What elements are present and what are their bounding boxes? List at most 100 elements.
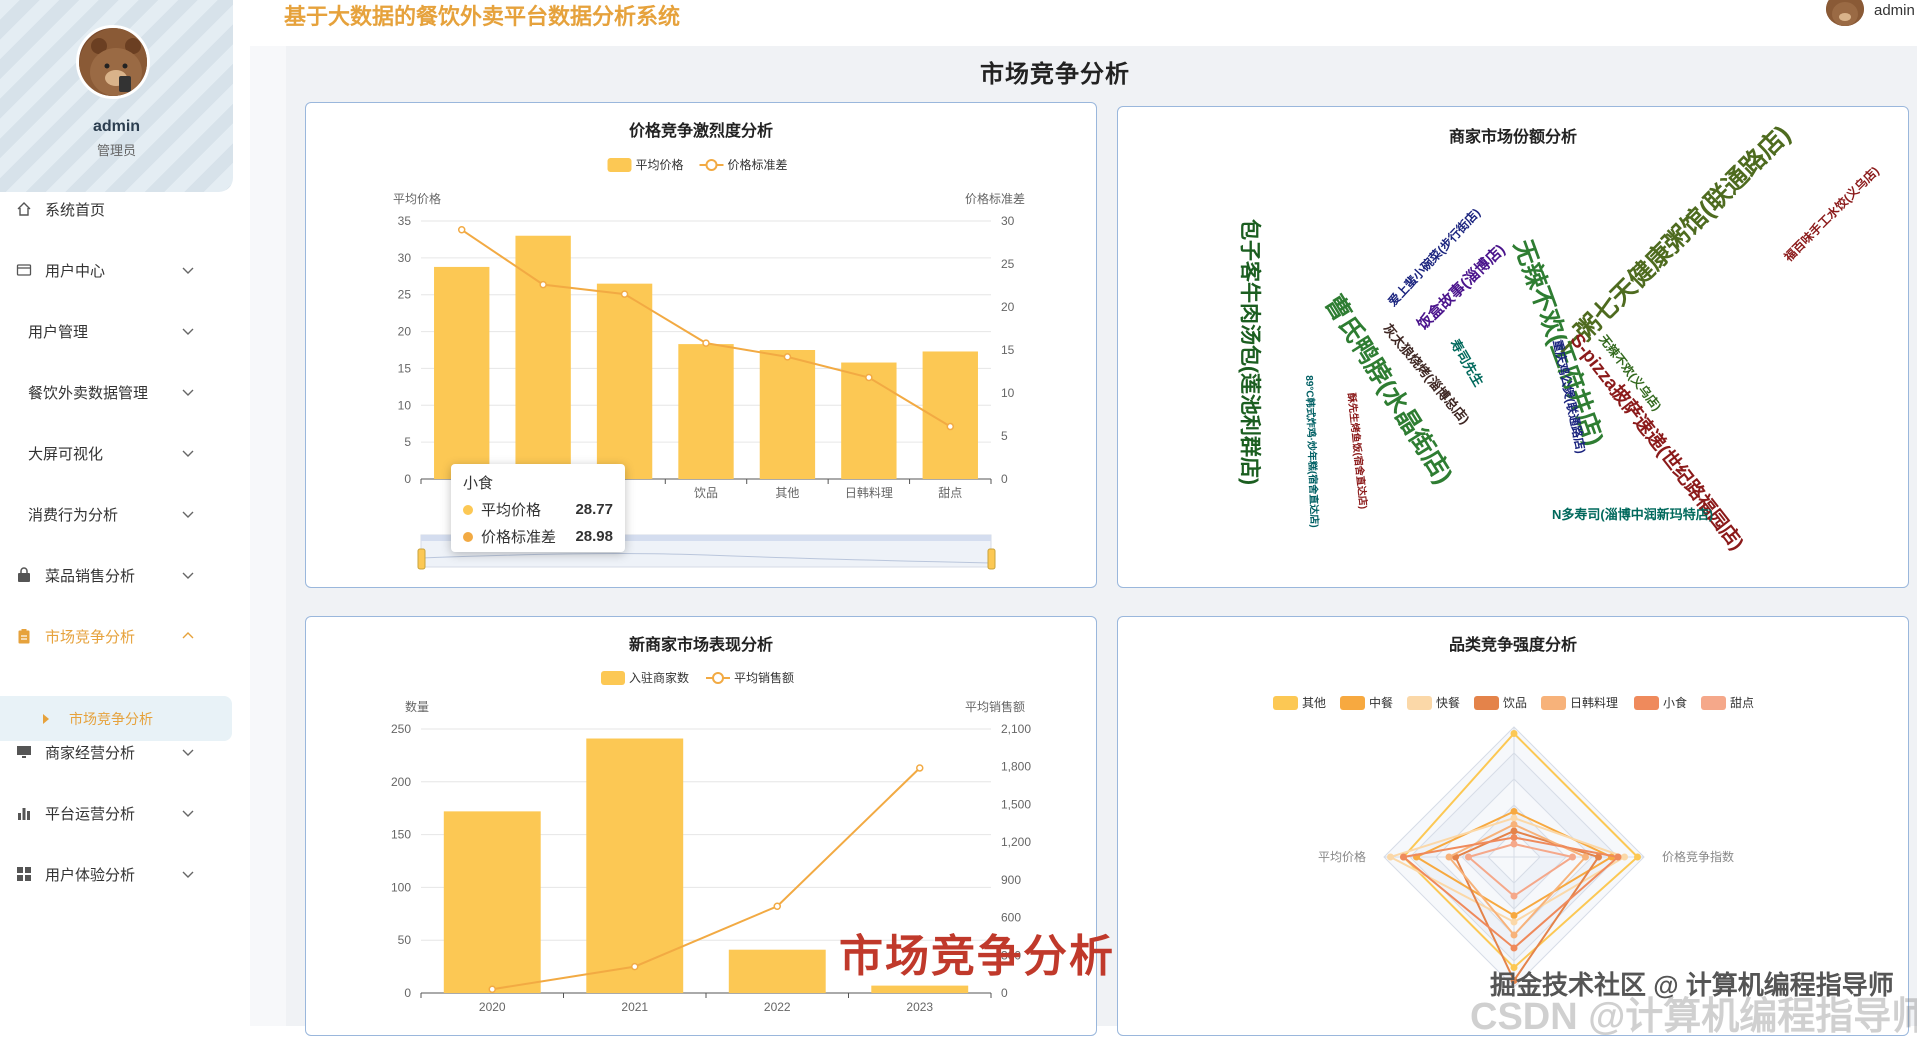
tooltip-row: 平均价格 28.77: [463, 499, 613, 520]
legend-item[interactable]: 价格标准差: [699, 157, 788, 172]
chart-tooltip: 小食 平均价格 28.77 价格标准差 28.98: [451, 464, 625, 552]
radar-point: [1510, 840, 1518, 848]
menu-item-user-experience[interactable]: 用户体验分析: [0, 846, 233, 902]
legend-swatch: [1474, 696, 1499, 710]
avatar[interactable]: [76, 25, 150, 99]
menu-item-market-competition[interactable]: 市场竞争分析: [0, 608, 233, 664]
legend-item[interactable]: 中餐: [1340, 695, 1393, 710]
menu-item-label: 消费行为分析: [28, 506, 119, 524]
bar: [678, 344, 734, 479]
datazoom-handle[interactable]: [987, 548, 996, 570]
series-dot-icon: [463, 531, 473, 542]
x-tick-label: 2020: [479, 1000, 506, 1014]
legend-label: 甜点: [1730, 696, 1754, 710]
legend-swatch: [1701, 696, 1726, 710]
series-dot-icon: [463, 504, 473, 515]
grid-icon: [15, 865, 33, 883]
chevron-down-icon[interactable]: [181, 867, 195, 881]
radar-point: [1614, 853, 1622, 861]
submenu-item-market-competition[interactable]: 市场竞争分析: [0, 696, 232, 741]
radar-point: [1465, 853, 1472, 861]
menu-item-user-center[interactable]: 用户中心: [0, 242, 233, 298]
legend-label: 快餐: [1436, 695, 1460, 710]
wordcloud-word[interactable]: N多寿司(淄博中润新玛特店): [1552, 504, 1713, 523]
tick-label: 30: [398, 251, 412, 265]
legend-swatch: [1541, 696, 1566, 710]
legend-label: 其他: [1302, 696, 1326, 710]
chevron-down-icon[interactable]: [181, 568, 195, 582]
legend-item[interactable]: 快餐: [1407, 695, 1460, 710]
legend-swatch: [607, 158, 632, 172]
radar-indicator-label: 价格竞争指数: [1662, 849, 1734, 864]
bag-icon: [15, 566, 33, 584]
chevron-down-icon[interactable]: [181, 446, 195, 460]
radar-point: [1510, 827, 1518, 835]
y-axis-title-left: 数量: [405, 699, 429, 714]
tick-label: 900: [1001, 873, 1021, 887]
user-name[interactable]: admin: [1874, 2, 1915, 19]
radar-point: [1510, 814, 1518, 822]
tick-label: 1,200: [1001, 835, 1031, 849]
legend-item[interactable]: 日韩料理: [1541, 695, 1618, 710]
radar-point: [1510, 892, 1518, 900]
menu-item-platform-operations[interactable]: 平台运营分析: [0, 785, 233, 841]
radar-point: [1510, 821, 1518, 828]
legend-item[interactable]: 其他: [1273, 696, 1326, 710]
datazoom-handle[interactable]: [417, 548, 426, 570]
tick-label: 25: [1001, 257, 1015, 271]
menu-item-home[interactable]: 系统首页: [0, 181, 233, 237]
tick-label: 35: [398, 214, 412, 228]
menu-item-user-management[interactable]: 用户管理: [0, 303, 233, 359]
x-tick-label: 2021: [621, 1000, 648, 1014]
legend-item[interactable]: 平均价格: [607, 157, 684, 172]
tick-label: 0: [1001, 986, 1008, 1000]
wordcloud-word[interactable]: 89°C韩式炸鸡·炒年糕(宿舍直达店): [1303, 375, 1323, 528]
tick-label: 30: [1001, 214, 1015, 228]
legend-item[interactable]: 平均销售额: [706, 670, 794, 685]
tick-label: 20: [398, 325, 412, 339]
tick-label: 2,100: [1001, 722, 1031, 736]
wordcloud-word[interactable]: 福百味手工水饺(义乌店): [1780, 162, 1883, 265]
tick-label: 200: [391, 775, 411, 789]
legend-item[interactable]: 饮品: [1474, 696, 1527, 710]
wordcloud-word[interactable]: 爱上蜚小碗菜(步行街店): [1384, 204, 1484, 309]
price-competition-chart[interactable]: 平均价格 价格标准差平均价格 价格标准差0510152025303505101520…: [306, 103, 1097, 588]
wordcloud-word[interactable]: 寿司先生: [1447, 335, 1489, 390]
y-axis-title-right: 平均销售额: [965, 699, 1025, 714]
wordcloud-word[interactable]: 酥先生烤鱼饭(宿舍直达店): [1345, 392, 1372, 509]
chevron-up-icon[interactable]: [181, 629, 195, 643]
menu-item-consumer-behavior[interactable]: 消费行为分析: [0, 486, 233, 542]
y-axis-title-right: 价格标准差: [965, 191, 1025, 206]
menu-item-takeout-data[interactable]: 餐饮外卖数据管理: [0, 364, 233, 420]
legend-label: 饮品: [1503, 696, 1527, 710]
market-share-wordcloud[interactable]: 包子客牛肉汤包(莲池利群店) 曹氏鸭脖(水晶街店) 无辣不欢(王府井店) 一粥七天健康…: [1118, 107, 1908, 587]
line-point: [916, 764, 924, 772]
menu-item-dish-sales[interactable]: 菜品销售分析: [0, 547, 233, 603]
line-point: [702, 339, 710, 347]
menu-item-dashboard[interactable]: 大屏可视化: [0, 425, 233, 481]
tick-label: 0: [1001, 472, 1008, 486]
legend-swatch: [705, 159, 718, 171]
chevron-down-icon[interactable]: [181, 263, 195, 277]
chevron-down-icon[interactable]: [181, 745, 195, 759]
user-avatar[interactable]: [1826, 0, 1864, 26]
legend-label: 小食: [1663, 695, 1687, 710]
radar-point: [1387, 853, 1394, 861]
chevron-down-icon[interactable]: [181, 806, 195, 820]
chevron-down-icon[interactable]: [181, 385, 195, 399]
page-title: 市场竞争分析: [980, 61, 1130, 88]
legend-swatch: [712, 672, 724, 684]
line-point: [946, 422, 955, 431]
legend-item[interactable]: 入驻商家数: [601, 670, 689, 685]
menu-item-label: 用户中心: [45, 262, 106, 280]
tick-label: 5: [1001, 429, 1008, 443]
legend-item[interactable]: 甜点: [1701, 696, 1754, 710]
legend-swatch: [601, 671, 625, 685]
legend-item[interactable]: 小食: [1634, 695, 1687, 710]
bar: [596, 283, 653, 479]
chevron-down-icon[interactable]: [181, 324, 195, 338]
wordcloud-word[interactable]: 包子客牛肉汤包(莲池利群店): [1236, 219, 1266, 485]
chevron-down-icon[interactable]: [181, 507, 195, 521]
legend-label: 平均销售额: [734, 670, 794, 685]
radar-point: [1400, 853, 1407, 861]
